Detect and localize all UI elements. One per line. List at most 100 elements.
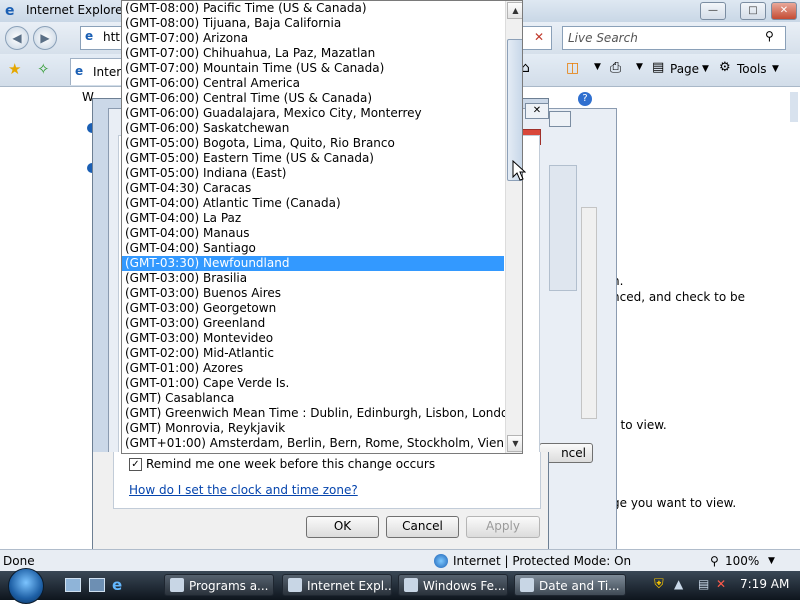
favorites-star-icon[interactable]: ★ (8, 60, 21, 78)
search-placeholder: Live Search (568, 31, 638, 45)
page-menu[interactable]: Page (670, 62, 699, 76)
dialog-footer: ✓ Remind me one week before this change … (92, 452, 549, 551)
remind-label: Remind me one week before this change oc… (146, 457, 436, 471)
network-icon[interactable]: ▤ (698, 577, 709, 591)
behind-scrollbar[interactable] (581, 207, 597, 419)
zoom-level[interactable]: 100% (725, 554, 759, 568)
taskbar-app-icon (404, 578, 418, 592)
search-input[interactable]: Live Search ⚲ (562, 26, 786, 50)
scroll-up-arrow-icon[interactable]: ▲ (507, 2, 522, 19)
time-zone-option[interactable]: (GMT-05:00) Eastern Time (US & Canada) (122, 151, 504, 166)
forward-button[interactable]: ▶ (33, 26, 57, 50)
content-text: nced, and check to be (612, 290, 746, 304)
taskbar-clock[interactable]: 7:19 AM (740, 577, 789, 591)
internet-globe-icon (434, 554, 448, 568)
time-zone-option[interactable]: (GMT-06:00) Saskatchewan (122, 121, 504, 136)
time-zone-option[interactable]: (GMT-03:00) Brasilia (122, 271, 504, 286)
cancel-button[interactable]: Cancel (386, 516, 459, 538)
close-window-button[interactable]: ✕ (771, 2, 797, 20)
switch-windows-icon[interactable] (89, 578, 105, 592)
scroll-down-arrow-icon[interactable]: ▼ (507, 435, 522, 452)
time-zone-dropdown[interactable]: (GMT-08:00) Pacific Time (US & Canada) (G… (121, 0, 523, 454)
taskbar-button-label: Date and Ti... (539, 579, 620, 593)
add-favorites-icon[interactable]: ✧ (37, 60, 50, 78)
mouse-cursor-icon (512, 160, 526, 181)
time-zone-list[interactable]: (GMT-08:00) Pacific Time (US & Canada) (G… (122, 1, 519, 451)
time-zone-option[interactable]: (GMT-03:00) Greenland (122, 316, 504, 331)
remind-checkbox[interactable]: ✓ (129, 458, 142, 471)
time-zone-option[interactable]: (GMT-08:00) Tijuana, Baja California (122, 16, 504, 31)
time-zone-option[interactable]: (GMT-04:30) Caracas (122, 181, 504, 196)
dialog-footer-panel: ✓ Remind me one week before this change … (113, 452, 541, 509)
feeds-icon[interactable]: ◫ (566, 60, 579, 76)
show-desktop-icon[interactable] (65, 578, 81, 592)
tools-menu[interactable]: Tools (737, 62, 767, 76)
page-dropdown-icon[interactable]: ▼ (702, 64, 709, 74)
time-zone-option[interactable]: (GMT-08:00) Pacific Time (US & Canada) (122, 1, 504, 16)
status-text: Done (3, 554, 35, 568)
time-zone-option[interactable]: (GMT) Monrovia, Reykjavik (122, 421, 504, 436)
time-zone-option[interactable]: (GMT-05:00) Indiana (East) (122, 166, 504, 181)
search-icon[interactable]: ⚲ (765, 29, 774, 43)
dialog-maximize-button[interactable] (549, 111, 571, 127)
time-zone-option[interactable]: (GMT-06:00) Central Time (US & Canada) (122, 91, 504, 106)
taskbar-button[interactable]: Programs a... (164, 574, 274, 596)
internet-explorer-icon: e (5, 3, 15, 19)
time-zone-option[interactable]: (GMT-01:00) Cape Verde Is. (122, 376, 504, 391)
dropdown-scrollbar[interactable]: ▲ ▼ (505, 1, 522, 453)
stop-icon[interactable]: ✕ (534, 30, 544, 44)
zoom-icon[interactable]: ⚲ (710, 554, 719, 568)
time-zone-option[interactable]: (GMT-06:00) Central America (122, 76, 504, 91)
tab-title: Inter (93, 65, 122, 79)
content-text: ge you want to view. (612, 496, 737, 510)
taskbar-button-label: Internet Expl... (307, 579, 392, 593)
time-zone-option[interactable]: (GMT) Casablanca (122, 391, 504, 406)
feeds-dropdown-icon[interactable]: ▼ (594, 62, 601, 72)
print-icon[interactable]: ⎙ (610, 60, 621, 76)
time-zone-option[interactable]: (GMT-02:00) Mid-Atlantic (122, 346, 504, 361)
taskbar-button[interactable]: Windows Fe... (398, 574, 508, 596)
minimize-button[interactable]: — (700, 2, 726, 20)
time-zone-option[interactable]: (GMT-03:00) Montevideo (122, 331, 504, 346)
tools-dropdown-icon[interactable]: ▼ (772, 64, 779, 74)
time-zone-option[interactable]: (GMT-04:00) La Paz (122, 211, 504, 226)
time-zone-option[interactable]: (GMT-07:00) Chihuahua, La Paz, Mazatlan (122, 46, 504, 61)
taskbar-button-label: Windows Fe... (423, 579, 506, 593)
back-button[interactable]: ◀ (5, 26, 29, 50)
time-zone-option[interactable]: (GMT-01:00) Azores (122, 361, 504, 376)
tools-gear-icon: ⚙ (719, 60, 731, 75)
zoom-dropdown-icon[interactable]: ▼ (768, 556, 775, 566)
time-zone-option[interactable]: (GMT-05:00) Bogota, Lima, Quito, Rio Bra… (122, 136, 504, 151)
taskbar-button[interactable]: Date and Ti... (514, 574, 626, 596)
time-zone-option[interactable]: (GMT-07:00) Mountain Time (US & Canada) (122, 61, 504, 76)
tray-icon[interactable]: ▲ (674, 577, 683, 591)
time-zone-option[interactable]: (GMT-04:00) Santiago (122, 241, 504, 256)
help-clock-link[interactable]: How do I set the clock and time zone? (129, 483, 358, 497)
browser-tab[interactable]: e Inter (70, 58, 124, 85)
time-zone-option[interactable]: (GMT-03:00) Georgetown (122, 301, 504, 316)
dialog-close-button[interactable]: ✕ (525, 103, 549, 119)
status-bar: Done Internet | Protected Mode: On ⚲ 100… (0, 549, 800, 572)
security-shield-icon[interactable]: ⛨ (654, 577, 664, 592)
print-dropdown-icon[interactable]: ▼ (636, 62, 643, 72)
taskbar-button[interactable]: Internet Expl... (282, 574, 392, 596)
address-value: htt (103, 30, 121, 44)
time-zone-option[interactable]: (GMT-07:00) Arizona (122, 31, 504, 46)
ok-button[interactable]: OK (306, 516, 379, 538)
time-zone-option[interactable]: (GMT-03:00) Buenos Aires (122, 286, 504, 301)
time-zone-option-selected[interactable]: (GMT-03:30) Newfoundland (122, 256, 504, 271)
volume-muted-icon[interactable]: ✕ (716, 577, 726, 591)
start-button[interactable] (8, 568, 44, 604)
maximize-button[interactable]: □ (740, 2, 766, 20)
time-zone-option[interactable]: (GMT+01:00) Amsterdam, Berlin, Bern, Rom… (122, 436, 519, 451)
taskbar-app-icon (520, 578, 534, 592)
ie-quicklaunch-icon[interactable]: e (112, 576, 122, 594)
page-scrollbar[interactable] (790, 92, 798, 122)
time-zone-option[interactable]: (GMT) Greenwich Mean Time : Dublin, Edin… (122, 406, 516, 421)
apply-button[interactable]: Apply (466, 516, 540, 538)
security-zone[interactable]: Internet | Protected Mode: On (453, 554, 631, 568)
time-zone-option[interactable]: (GMT-06:00) Guadalajara, Mexico City, Mo… (122, 106, 504, 121)
time-zone-option[interactable]: (GMT-04:00) Manaus (122, 226, 504, 241)
time-zone-option[interactable]: (GMT-04:00) Atlantic Time (Canada) (122, 196, 504, 211)
help-icon[interactable]: ? (578, 92, 592, 106)
